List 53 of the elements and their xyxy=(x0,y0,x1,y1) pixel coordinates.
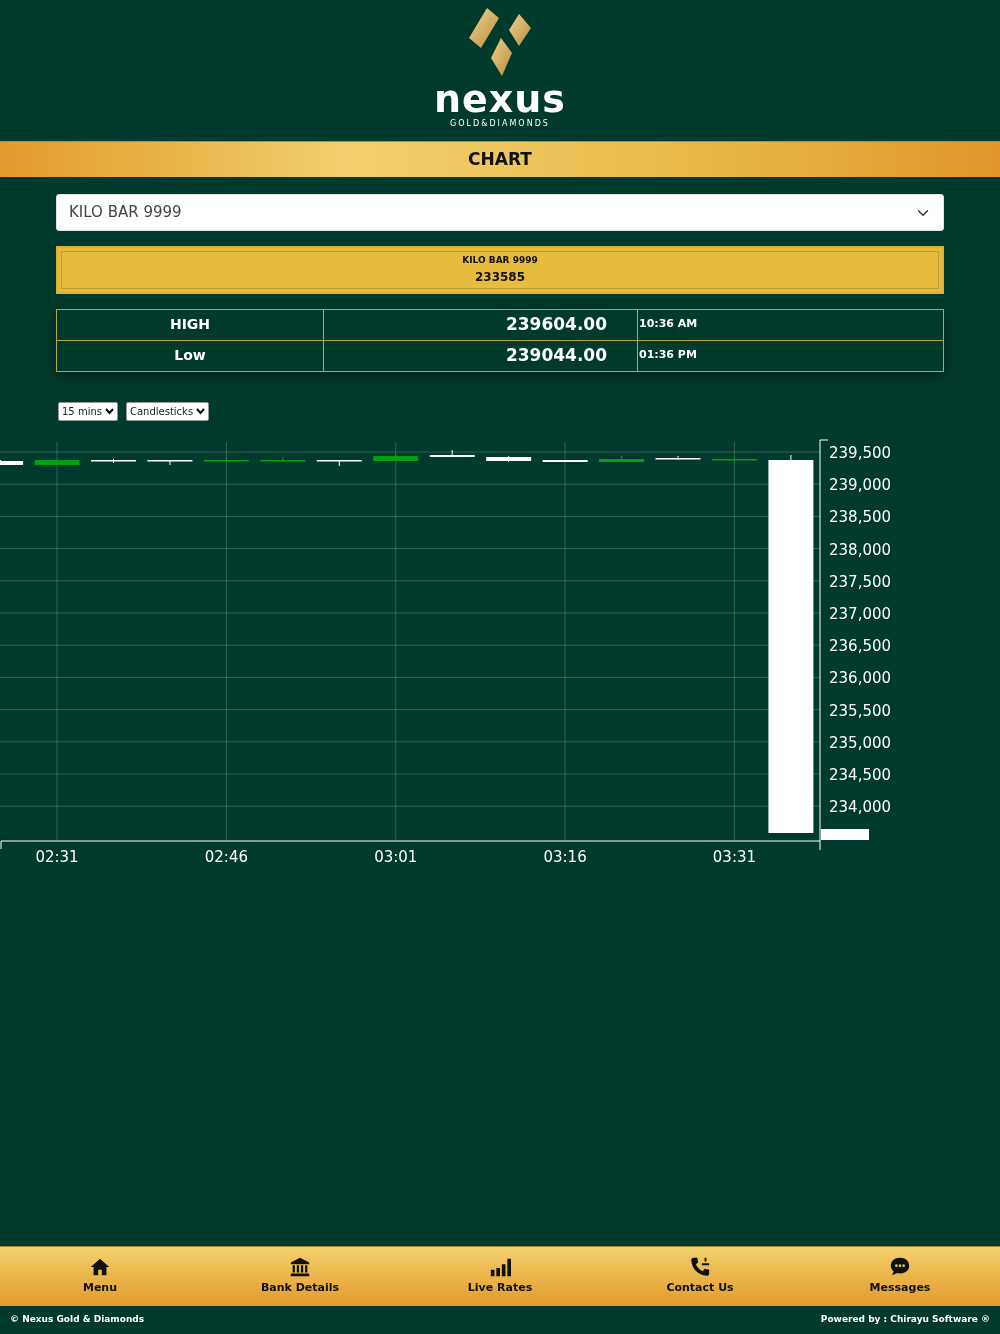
stat-value: 239044.00 xyxy=(505,344,607,365)
x-tick-label: 02:31 xyxy=(35,847,79,865)
candlestick xyxy=(429,449,475,457)
brand-name: nexus xyxy=(434,80,566,118)
x-tick-label: 03:16 xyxy=(543,847,587,865)
y-tick-label: 237,500 xyxy=(829,572,892,591)
brand-tagline: GOLD&DIAMONDS xyxy=(450,120,550,128)
candlestick xyxy=(599,455,645,462)
caret-icon xyxy=(196,407,206,415)
y-tick-label: 236,000 xyxy=(829,668,892,687)
logo-icon xyxy=(469,8,531,76)
stat-label: HIGH xyxy=(56,309,324,340)
powered-by-text: Powered by : Chirayu Software ® xyxy=(820,1313,990,1327)
nav-button[interactable]: Bank Details xyxy=(200,1247,400,1306)
candlestick xyxy=(203,456,249,462)
product-name: KILO BAR 9999 xyxy=(461,254,539,267)
caret-icon xyxy=(105,407,114,415)
chart-type-select[interactable]: Candlesticks xyxy=(126,401,210,421)
y-tick-label: 234,500 xyxy=(829,765,892,784)
y-tick-label: 239,500 xyxy=(829,443,892,462)
stat-time: 10:36 AM xyxy=(639,317,698,331)
y-tick-label: 238,000 xyxy=(829,540,892,559)
candlestick xyxy=(542,459,588,462)
y-tick-label: 236,500 xyxy=(829,636,892,655)
page-title: CHART xyxy=(0,141,1000,177)
x-tick-label: 02:46 xyxy=(204,847,248,865)
candlestick xyxy=(0,459,24,465)
nav-button[interactable]: Live Rates xyxy=(400,1247,600,1306)
x-tick-label: 03:01 xyxy=(374,847,418,865)
candlestick xyxy=(260,456,306,462)
stat-value: 239604.00 xyxy=(505,313,607,334)
nav-button[interactable]: Messages xyxy=(800,1247,1000,1306)
y-tick-label: 237,000 xyxy=(829,604,892,623)
y-tick-label: 239,000 xyxy=(829,475,892,494)
nav-button[interactable]: Menu xyxy=(0,1247,200,1306)
y-tick-label: 234,000 xyxy=(829,797,892,816)
y-tick-label: 235,000 xyxy=(829,733,892,752)
stat-time: 01:36 PM xyxy=(639,348,697,362)
y-tick-label: 235,500 xyxy=(829,701,892,720)
product-select[interactable]: KILO BAR 9999 xyxy=(56,194,944,231)
interval-select[interactable]: 15 mins xyxy=(58,401,118,421)
price-marker xyxy=(821,828,869,840)
y-tick-label: 238,500 xyxy=(829,507,892,526)
candlestick xyxy=(316,459,362,466)
candlestick xyxy=(147,459,193,465)
candlestick xyxy=(486,455,532,462)
product-price: 233585 xyxy=(473,268,527,286)
nav-button[interactable]: Contact Us xyxy=(600,1247,800,1306)
stat-label: Low xyxy=(56,340,324,371)
candlestick xyxy=(373,454,419,461)
candlestick xyxy=(34,458,80,465)
x-tick-label: 03:31 xyxy=(712,847,757,865)
copyright-text: © Nexus Gold & Diamonds xyxy=(10,1313,145,1327)
